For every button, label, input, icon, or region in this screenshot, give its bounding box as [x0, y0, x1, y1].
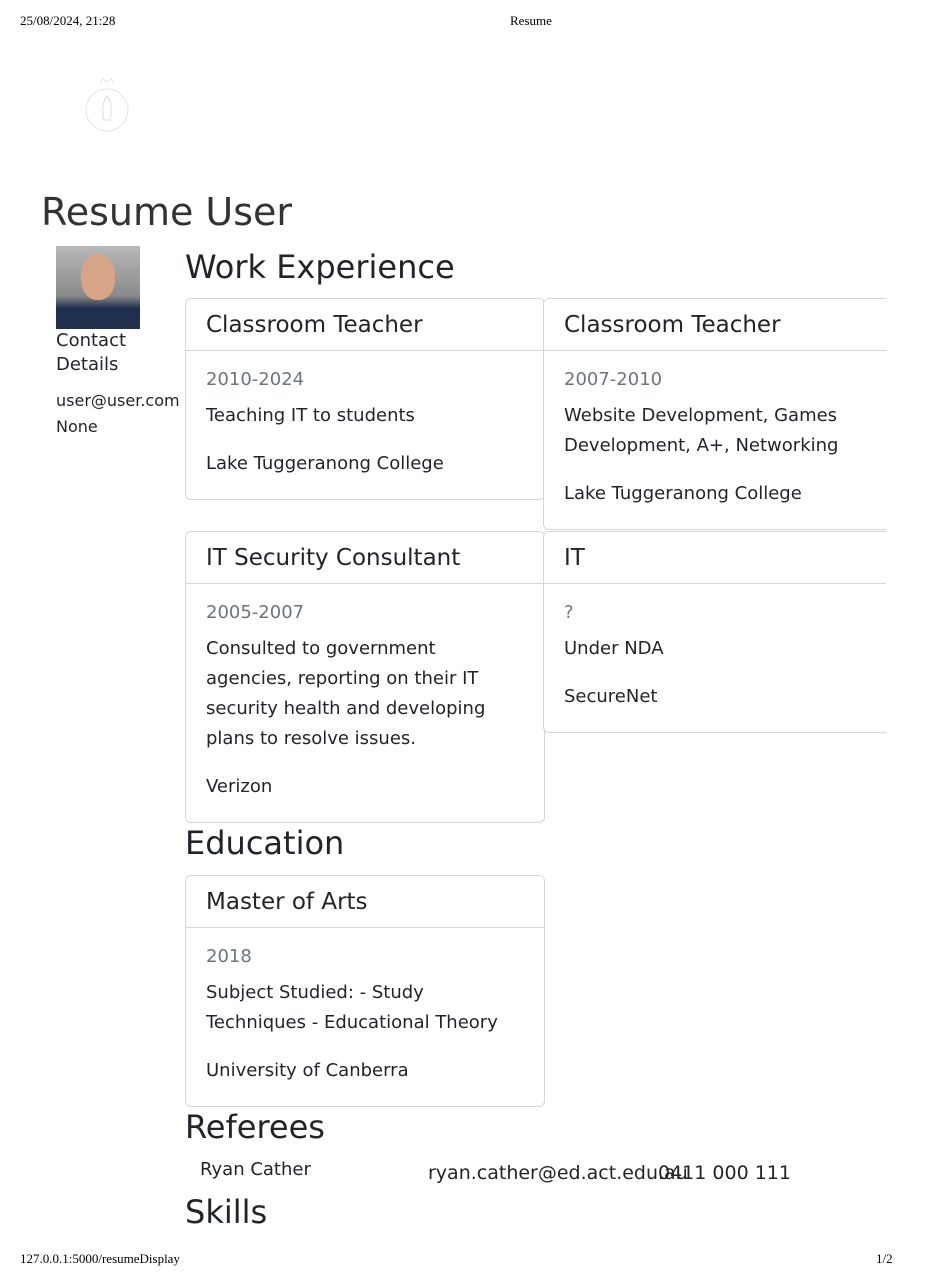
- referee-name: Ryan Cather: [200, 1159, 311, 1180]
- work-card: IT Security Consultant 2005-2007 Consulte…: [185, 531, 545, 823]
- work-years: 2005-2007: [206, 602, 305, 623]
- work-title: Classroom Teacher: [544, 299, 886, 351]
- work-company: Lake Tuggeranong College: [564, 483, 802, 504]
- education-institution: University of Canberra: [206, 1060, 409, 1081]
- work-years: 2007-2010: [564, 369, 663, 390]
- print-page: 1/2: [876, 1251, 893, 1266]
- work-heading: Work Experience: [185, 248, 455, 286]
- work-description: Teaching IT to students: [206, 405, 415, 426]
- education-card: Master of Arts 2018 Subject Studied: - St…: [185, 875, 545, 1107]
- education-heading: Education: [185, 824, 345, 862]
- work-card: Classroom Teacher 2010-2024 Teaching IT t…: [185, 298, 545, 500]
- education-degree: Master of Arts: [186, 876, 544, 928]
- work-years: ?: [564, 602, 574, 623]
- work-description: Consulted to government agencies, report…: [206, 638, 486, 749]
- work-title: IT Security Consultant: [186, 532, 544, 584]
- work-company: Verizon: [206, 776, 273, 797]
- work-company: SecureNet: [564, 686, 658, 707]
- work-title: IT: [544, 532, 886, 584]
- print-url: 127.0.0.1:5000/resumeDisplay: [20, 1251, 180, 1266]
- work-company: Lake Tuggeranong College: [206, 453, 444, 474]
- work-description: Under NDA: [564, 638, 664, 659]
- work-card: IT ? Under NDA SecureNet: [543, 531, 886, 733]
- education-year: 2018: [206, 946, 252, 967]
- education-subject: Subject Studied: - Study Techniques - Ed…: [206, 982, 498, 1033]
- referee-email: ryan.cather@ed.act.edu.au: [428, 1162, 688, 1184]
- work-years: 2010-2024: [206, 369, 305, 390]
- work-title: Classroom Teacher: [186, 299, 544, 351]
- referee-phone: 0411 000 111: [658, 1162, 791, 1184]
- skills-heading: Skills: [185, 1193, 268, 1231]
- work-description: Website Development, Games Development, …: [564, 405, 839, 456]
- work-card: Classroom Teacher 2007-2010 Website Devel…: [543, 298, 886, 530]
- referees-heading: Referees: [185, 1108, 325, 1146]
